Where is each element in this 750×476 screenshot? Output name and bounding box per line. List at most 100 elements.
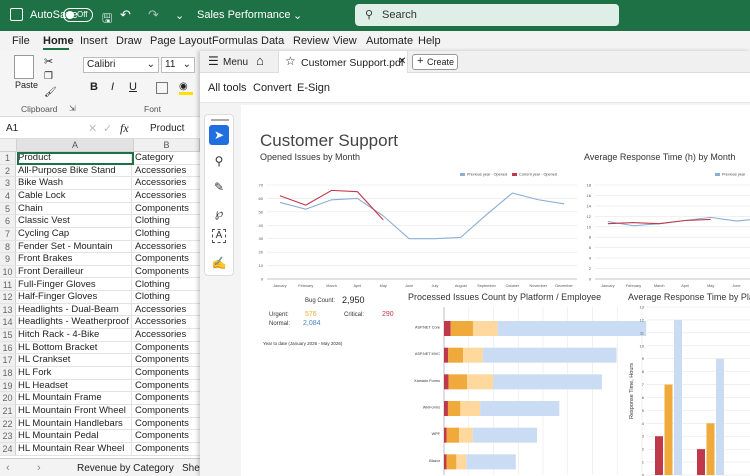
column-header-a[interactable]: A [17, 139, 134, 152]
cell-category[interactable]: Clothing [134, 279, 200, 292]
cell-category[interactable]: Components [134, 354, 200, 367]
table-row[interactable]: 23 HL Mountain Pedal Components [0, 430, 200, 443]
table-row[interactable]: 5 Chain Components [0, 202, 200, 216]
cell-category[interactable]: Clothing [134, 291, 200, 304]
comment-icon[interactable]: ⚲ [209, 151, 229, 171]
autosave-toggle[interactable]: Off [63, 8, 93, 22]
row-header[interactable]: 15 [0, 329, 16, 341]
format-painter-icon[interactable]: 🖌 [44, 87, 57, 98]
paste-label[interactable]: Paste [15, 80, 38, 90]
cell-product[interactable]: Product [17, 152, 132, 165]
row-header[interactable]: 12 [0, 291, 16, 303]
cell-category[interactable]: Components [134, 367, 200, 380]
cell-product[interactable]: Full-Finger Gloves [17, 278, 132, 292]
table-row[interactable]: 10 Front Derailleur Components [0, 265, 200, 279]
cell-product[interactable]: Half-Finger Gloves [17, 291, 132, 304]
star-icon[interactable]: ☆ [285, 54, 296, 68]
name-box[interactable]: A1 [6, 123, 18, 134]
row-header[interactable]: 13 [0, 303, 16, 316]
cell-product[interactable]: HL Headset [17, 379, 132, 393]
cell-category[interactable]: Category [134, 152, 200, 165]
cell-category[interactable]: Accessories [134, 329, 200, 342]
cell-category[interactable]: Accessories [134, 165, 200, 178]
cell-category[interactable]: Components [134, 443, 200, 456]
table-row[interactable]: 6 Classic Vest Clothing [0, 215, 200, 228]
table-row[interactable]: 15 Hitch Rack - 4-Bike Accessories [0, 329, 200, 342]
row-header[interactable]: 3 [0, 177, 16, 189]
dialog-launcher-icon[interactable]: ⇲ [69, 104, 76, 113]
row-header[interactable]: 17 [0, 354, 16, 367]
cell-category[interactable]: Accessories [134, 241, 200, 254]
select-all-corner[interactable] [0, 139, 17, 152]
cell-product[interactable]: HL Mountain Frame [17, 392, 132, 405]
table-row[interactable]: 14 Headlights - Weatherproof Accessories [0, 316, 200, 330]
menu-home[interactable]: Home [43, 35, 74, 47]
cell-product[interactable]: Headlights - Weatherproof [17, 316, 132, 330]
cell-product[interactable]: Front Derailleur [17, 265, 132, 279]
row-header[interactable]: 16 [0, 341, 16, 354]
table-row[interactable]: 7 Cycling Cap Clothing [0, 227, 200, 241]
paste-icon[interactable] [14, 55, 34, 79]
cell-category[interactable]: Components [134, 405, 200, 418]
cell-category[interactable]: Clothing [134, 228, 200, 241]
cell-product[interactable]: Front Brakes [17, 253, 132, 266]
cell-product[interactable]: HL Mountain Handlebars [17, 417, 132, 431]
table-row[interactable]: 8 Fender Set - Mountain Accessories [0, 240, 200, 254]
cell-category[interactable]: Accessories [134, 316, 200, 329]
menu-help[interactable]: Help [418, 35, 441, 47]
menu-formulas[interactable]: Formulas [212, 35, 258, 47]
cell-product[interactable]: HL Mountain Rear Wheel [17, 442, 132, 456]
cell-product[interactable]: HL Crankset [17, 354, 132, 367]
menu-automate[interactable]: Automate [366, 35, 413, 47]
table-row[interactable]: 22 HL Mountain Handlebars Components [0, 417, 200, 431]
highlight-pen-icon[interactable]: ✎ [209, 177, 229, 197]
cell-product[interactable]: Cycling Cap [17, 227, 132, 241]
font-size-select[interactable]: 11 ⌄ [161, 57, 195, 73]
menu-data[interactable]: Data [261, 35, 284, 47]
row-header[interactable]: 6 [0, 215, 16, 227]
tool-esign[interactable]: E-Sign [297, 82, 330, 94]
bold-button[interactable]: B [90, 81, 98, 93]
function-icon[interactable]: fx [120, 121, 129, 136]
cancel-icon[interactable]: ✕ [88, 122, 97, 135]
table-row[interactable]: 17 HL Crankset Components [0, 354, 200, 368]
row-header[interactable]: 21 [0, 405, 16, 417]
row-header[interactable]: 9 [0, 253, 16, 265]
home-icon[interactable]: ⌂ [256, 53, 264, 68]
menu-button[interactable]: Menu [223, 57, 248, 68]
table-row[interactable]: 11 Full-Finger Gloves Clothing [0, 278, 200, 292]
table-row[interactable]: 3 Bike Wash Accessories [0, 177, 200, 190]
table-row[interactable]: 2 All-Purpose Bike Stand Accessories [0, 164, 200, 178]
table-row[interactable]: 20 HL Mountain Frame Components [0, 392, 200, 405]
menu-page-layout[interactable]: Page Layout [150, 35, 212, 47]
redo-icon[interactable]: ↷ [148, 7, 159, 23]
font-name-select[interactable]: Calibri ⌄ [83, 57, 159, 73]
row-header[interactable]: 10 [0, 265, 16, 278]
table-row[interactable]: 13 Headlights - Dual-Beam Accessories [0, 303, 200, 317]
cell-category[interactable]: Components [134, 380, 200, 393]
table-row[interactable]: 24 HL Mountain Rear Wheel Components [0, 442, 200, 456]
table-row[interactable]: 9 Front Brakes Components [0, 253, 200, 266]
draw-freehand-icon[interactable]: ℘ [209, 203, 229, 223]
row-header[interactable]: 23 [0, 430, 16, 442]
menu-file[interactable]: File [12, 35, 30, 47]
scroll-right-icon[interactable]: › [37, 462, 41, 474]
cell-category[interactable]: Accessories [134, 190, 200, 203]
pdf-document-tab[interactable]: ☆ Customer Support.pdf ✕ [278, 51, 408, 73]
spreadsheet-grid[interactable]: A B 1 Product Category 2 All-Purpose Bike St… [0, 139, 200, 458]
cell-product[interactable]: HL Mountain Front Wheel [17, 405, 132, 418]
row-header[interactable]: 2 [0, 164, 16, 177]
cell-product[interactable]: Bike Wash [17, 177, 132, 190]
cell-category[interactable]: Components [134, 392, 200, 405]
row-header[interactable]: 20 [0, 392, 16, 404]
excel-app-icon[interactable] [10, 8, 23, 21]
cell-category[interactable]: Components [134, 203, 200, 216]
tool-convert[interactable]: Convert [253, 82, 292, 94]
text-box-icon[interactable]: A [212, 229, 226, 243]
cell-category[interactable]: Accessories [134, 177, 200, 190]
sign-icon[interactable]: ✍ [209, 253, 229, 273]
select-cursor-icon[interactable]: ➤ [209, 125, 229, 145]
row-header[interactable]: 22 [0, 417, 16, 430]
column-header-b[interactable]: B [134, 139, 200, 152]
row-header[interactable]: 8 [0, 240, 16, 253]
